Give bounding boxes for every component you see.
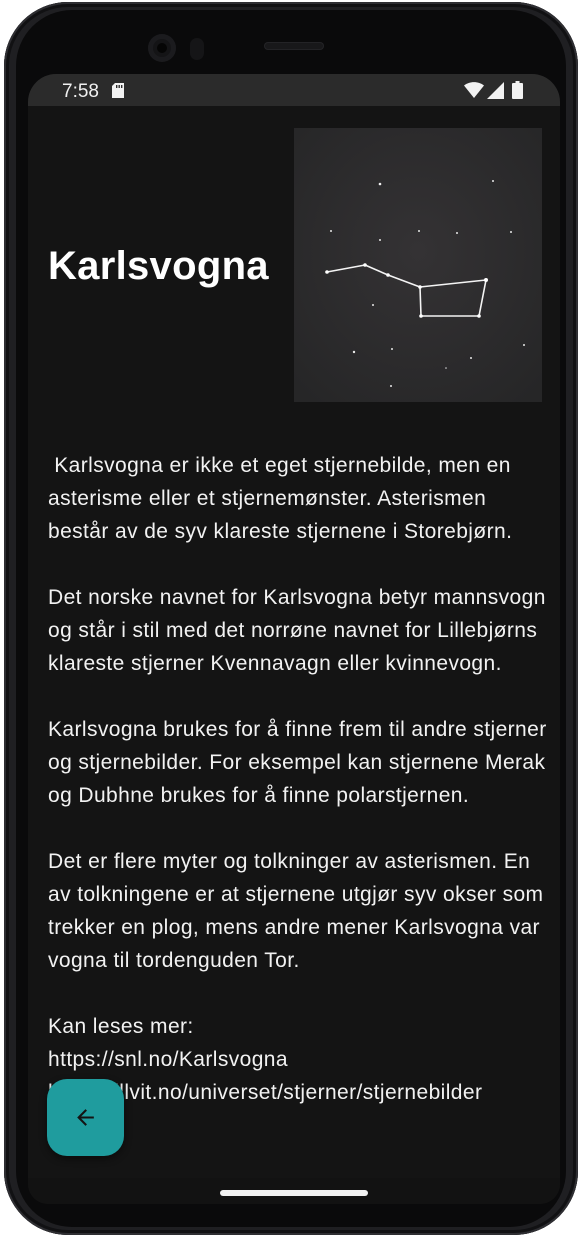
proximity-sensor bbox=[190, 38, 204, 60]
status-bar: 7:58 bbox=[28, 74, 560, 106]
article-content[interactable]: Karlsvogna Karlsvogna er ikke et eget st… bbox=[28, 106, 560, 1178]
home-indicator[interactable] bbox=[220, 1190, 368, 1196]
arrow-back-icon bbox=[77, 1109, 94, 1126]
back-button[interactable] bbox=[47, 1079, 124, 1156]
status-time: 7:58 bbox=[62, 81, 99, 102]
gesture-nav-bar bbox=[28, 1178, 560, 1204]
battery-icon bbox=[512, 81, 523, 99]
page-title: Karlsvogna bbox=[48, 244, 269, 288]
device-screen: 7:58 Karlsvogna Karlsvogna er ikke et eg… bbox=[28, 74, 560, 1204]
wifi-icon bbox=[464, 82, 484, 98]
sd-card-icon bbox=[112, 83, 124, 98]
cell-signal-icon bbox=[487, 82, 504, 99]
big-dipper-constellation-image bbox=[294, 128, 542, 402]
earpiece-speaker bbox=[264, 42, 324, 50]
constellation-drawing bbox=[294, 128, 542, 402]
article-body: Karlsvogna er ikke et eget stjernebilde,… bbox=[48, 454, 547, 1104]
front-camera bbox=[148, 34, 176, 62]
